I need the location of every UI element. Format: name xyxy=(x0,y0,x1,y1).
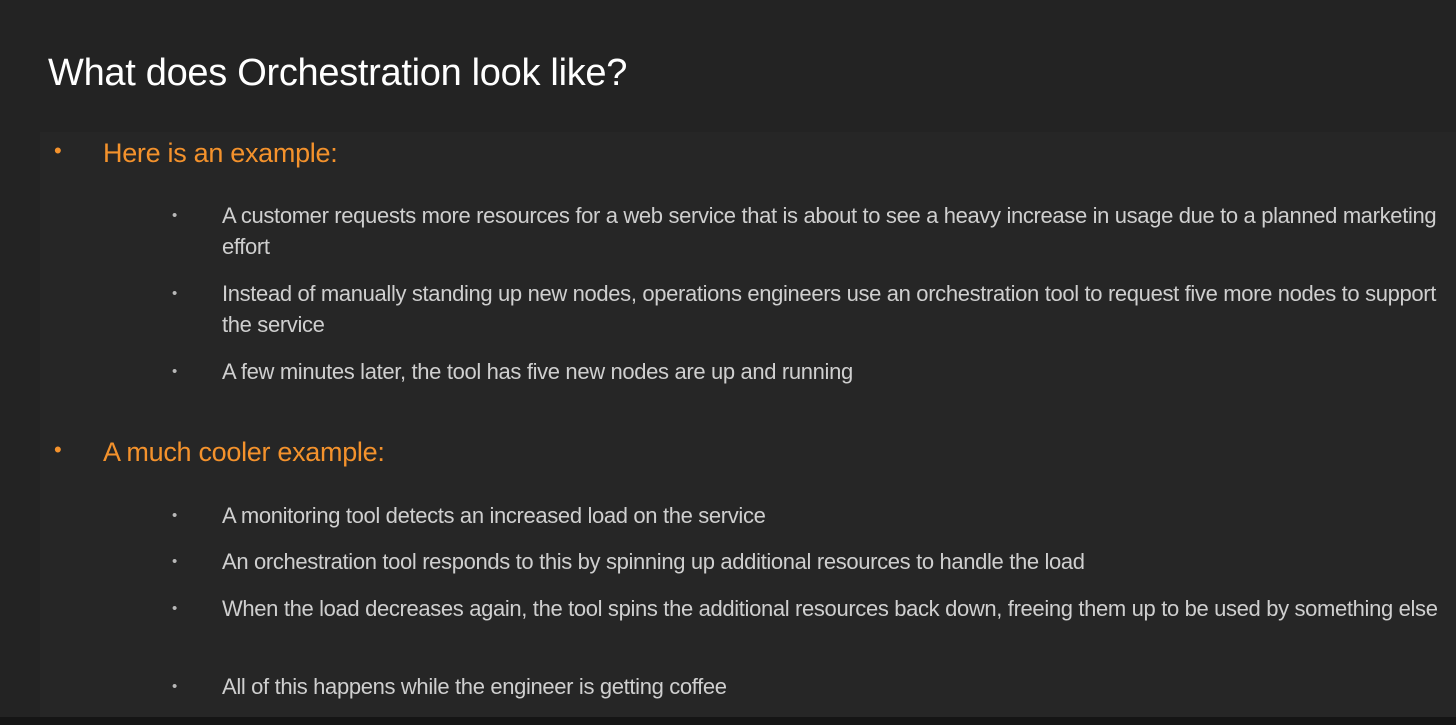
sub-bullet: • xyxy=(172,600,178,617)
section-bullet: • xyxy=(54,437,62,462)
section-label: Here is an example: xyxy=(103,138,338,168)
list-item-text: Instead of manually standing up new node… xyxy=(222,281,1437,337)
sub-bullet: • xyxy=(172,285,178,302)
list-item-text: A customer requests more resources for a… xyxy=(222,203,1437,259)
bottom-strip xyxy=(0,717,1456,725)
sub-bullet: • xyxy=(172,363,178,380)
list-item-text: A few minutes later, the tool has five n… xyxy=(222,359,853,384)
section-header-2: • A much cooler example: xyxy=(0,433,1456,473)
sub-bullet: • xyxy=(172,507,178,524)
slide: What does Orchestration look like? • Her… xyxy=(0,0,1456,725)
section-label: A much cooler example: xyxy=(103,437,385,467)
sub-bullet: • xyxy=(172,207,178,224)
section-bullet: • xyxy=(54,138,62,163)
sub-bullet: • xyxy=(172,678,178,695)
slide-title: What does Orchestration look like? xyxy=(48,52,628,94)
list-item-text: An orchestration tool responds to this b… xyxy=(222,549,1085,574)
list-item-text: A monitoring tool detects an increased l… xyxy=(222,503,766,528)
list-item-text: All of this happens while the engineer i… xyxy=(222,674,727,699)
section-header-1: • Here is an example: xyxy=(0,134,1456,174)
sub-bullet: • xyxy=(172,553,178,570)
list-item-text: When the load decreases again, the tool … xyxy=(222,596,1438,621)
